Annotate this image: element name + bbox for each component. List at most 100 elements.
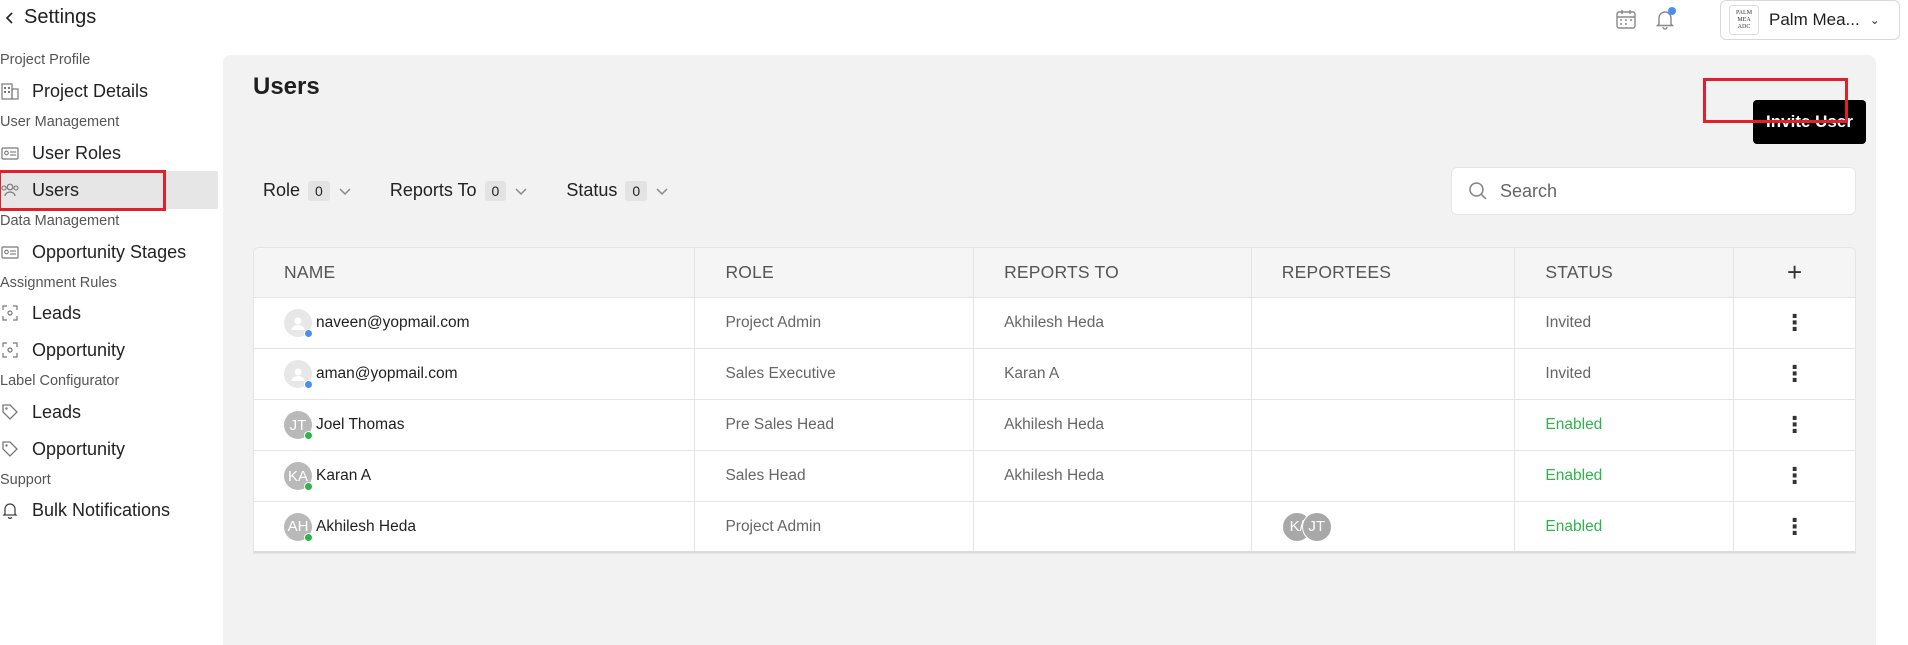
bell-icon — [0, 500, 20, 520]
calendar-icon[interactable] — [1611, 4, 1641, 34]
user-reports-to: Akhilesh Heda — [974, 298, 1252, 348]
user-name: Joel Thomas — [316, 416, 405, 433]
more-vertical-icon: ⋮ — [1783, 310, 1806, 335]
highlight-box-invite — [1703, 78, 1848, 123]
id-card-icon — [0, 143, 20, 163]
avatar — [284, 360, 313, 389]
filter-bar: Role 0 Reports To 0 Status 0 — [263, 180, 707, 201]
status-dot — [304, 482, 313, 491]
column-header-reportees[interactable]: REPORTEES — [1252, 248, 1516, 297]
chevron-down-icon — [515, 187, 527, 195]
row-menu-button[interactable]: ⋮ — [1734, 400, 1855, 450]
tag-icon — [0, 402, 20, 422]
column-header-reports-to[interactable]: REPORTS TO — [974, 248, 1252, 297]
chevron-down-icon — [656, 187, 668, 195]
user-reports-to: Akhilesh Heda — [974, 451, 1252, 501]
sidebar-item-project-details[interactable]: Project Details — [0, 72, 218, 110]
user-reportees — [1252, 400, 1516, 450]
notification-dot — [1668, 7, 1676, 15]
user-reportees — [1252, 451, 1516, 501]
avatar: AH — [284, 512, 313, 542]
tag-icon — [0, 439, 20, 459]
more-vertical-icon: ⋮ — [1783, 513, 1806, 539]
more-vertical-icon: ⋮ — [1783, 361, 1806, 386]
org-logo: PALM MEA ADC — [1729, 5, 1759, 35]
avatar — [284, 309, 313, 338]
filter-role[interactable]: Role 0 — [263, 180, 352, 201]
table-row[interactable]: AH Akhilesh Heda Project Admin K/ JT Ena… — [254, 502, 1855, 553]
avatar: JT — [284, 411, 313, 440]
user-name: aman@yopmail.com — [316, 365, 458, 382]
sidebar-item-label-leads[interactable]: Leads — [0, 393, 218, 431]
id-card-icon — [0, 242, 20, 262]
table-row[interactable]: JT Joel Thomas Pre Sales Head Akhilesh H… — [254, 400, 1855, 451]
column-header-status[interactable]: STATUS — [1515, 248, 1735, 297]
org-switcher[interactable]: PALM MEA ADC Palm Mea... ⌄ — [1720, 0, 1900, 40]
table-row[interactable]: naveen@yopmail.com Project Admin Akhiles… — [254, 298, 1855, 349]
status-dot — [304, 532, 313, 542]
user-role: Project Admin — [695, 502, 975, 551]
more-vertical-icon: ⋮ — [1783, 412, 1806, 437]
chevron-left-icon — [5, 11, 13, 24]
avatar: KA — [284, 462, 313, 491]
row-menu-button[interactable]: ⋮ — [1734, 349, 1855, 399]
user-reportees: K/ JT — [1252, 502, 1516, 551]
chevron-down-icon: ⌄ — [1869, 13, 1880, 27]
users-table: NAME ROLE REPORTS TO REPORTEES STATUS + … — [253, 247, 1856, 554]
row-menu-button[interactable]: ⋮ — [1734, 451, 1855, 501]
column-header-role[interactable]: ROLE — [695, 248, 975, 297]
sidebar-section-data-management: Data Management — [0, 213, 120, 229]
search-box — [1451, 167, 1856, 215]
user-status: Invited — [1515, 349, 1735, 399]
notifications-bell-icon[interactable] — [1650, 4, 1680, 34]
target-icon — [0, 303, 20, 323]
user-status: Enabled — [1515, 400, 1735, 450]
add-column-button[interactable]: + — [1734, 248, 1855, 297]
status-dot — [304, 329, 313, 338]
filter-count-badge: 0 — [308, 180, 330, 201]
status-dot — [304, 431, 313, 440]
filter-count-badge: 0 — [625, 180, 648, 201]
sidebar-section-assignment-rules: Assignment Rules — [0, 275, 117, 291]
sidebar-item-assignment-opportunity[interactable]: Opportunity — [0, 331, 218, 369]
target-icon — [0, 340, 20, 360]
filter-count-badge: 0 — [484, 180, 507, 201]
chevron-down-icon — [339, 187, 351, 195]
row-menu-button[interactable]: ⋮ — [1734, 502, 1855, 551]
sidebar-item-label-opportunity[interactable]: Opportunity — [0, 430, 218, 468]
building-icon — [0, 81, 20, 101]
reportee-avatar-stack: K/ JT — [1281, 511, 1332, 542]
user-status: Invited — [1515, 298, 1735, 348]
sidebar-item-bulk-notifications[interactable]: Bulk Notifications — [0, 491, 218, 529]
back-button[interactable]: Settings — [4, 6, 96, 29]
user-reports-to: Akhilesh Heda — [974, 400, 1252, 450]
search-input[interactable] — [1499, 180, 1839, 202]
org-name: Palm Mea... — [1769, 10, 1860, 29]
user-role: Pre Sales Head — [695, 400, 975, 450]
user-name: naveen@yopmail.com — [316, 314, 470, 331]
column-header-name[interactable]: NAME — [254, 248, 696, 297]
sidebar-item-user-roles[interactable]: User Roles — [0, 134, 218, 172]
user-reportees — [1252, 298, 1516, 348]
table-row[interactable]: aman@yopmail.com Sales Executive Karan A… — [254, 349, 1855, 400]
sidebar-section-project-profile: Project Profile — [0, 52, 91, 68]
user-name: Akhilesh Heda — [316, 517, 416, 535]
row-menu-button[interactable]: ⋮ — [1734, 298, 1855, 348]
user-role: Sales Head — [695, 451, 975, 501]
sidebar-item-assignment-leads[interactable]: Leads — [0, 294, 218, 332]
user-status: Enabled — [1515, 451, 1735, 501]
user-role: Sales Executive — [695, 349, 975, 399]
status-dot — [304, 380, 313, 389]
sidebar-section-user-management: User Management — [0, 114, 120, 130]
table-row[interactable]: KA Karan A Sales Head Akhilesh Heda Enab… — [254, 451, 1855, 502]
user-name: Karan A — [316, 467, 372, 484]
sidebar-item-opportunity-stages[interactable]: Opportunity Stages — [0, 233, 218, 271]
filter-status[interactable]: Status 0 — [566, 180, 669, 201]
filter-reports-to[interactable]: Reports To 0 — [390, 180, 529, 201]
back-label: Settings — [24, 6, 97, 28]
highlight-box-users — [0, 170, 166, 211]
user-reports-to: Karan A — [974, 349, 1252, 399]
sidebar-section-support: Support — [0, 472, 51, 488]
reportee-avatar[interactable]: JT — [1301, 511, 1332, 542]
plus-icon: + — [1786, 257, 1803, 287]
